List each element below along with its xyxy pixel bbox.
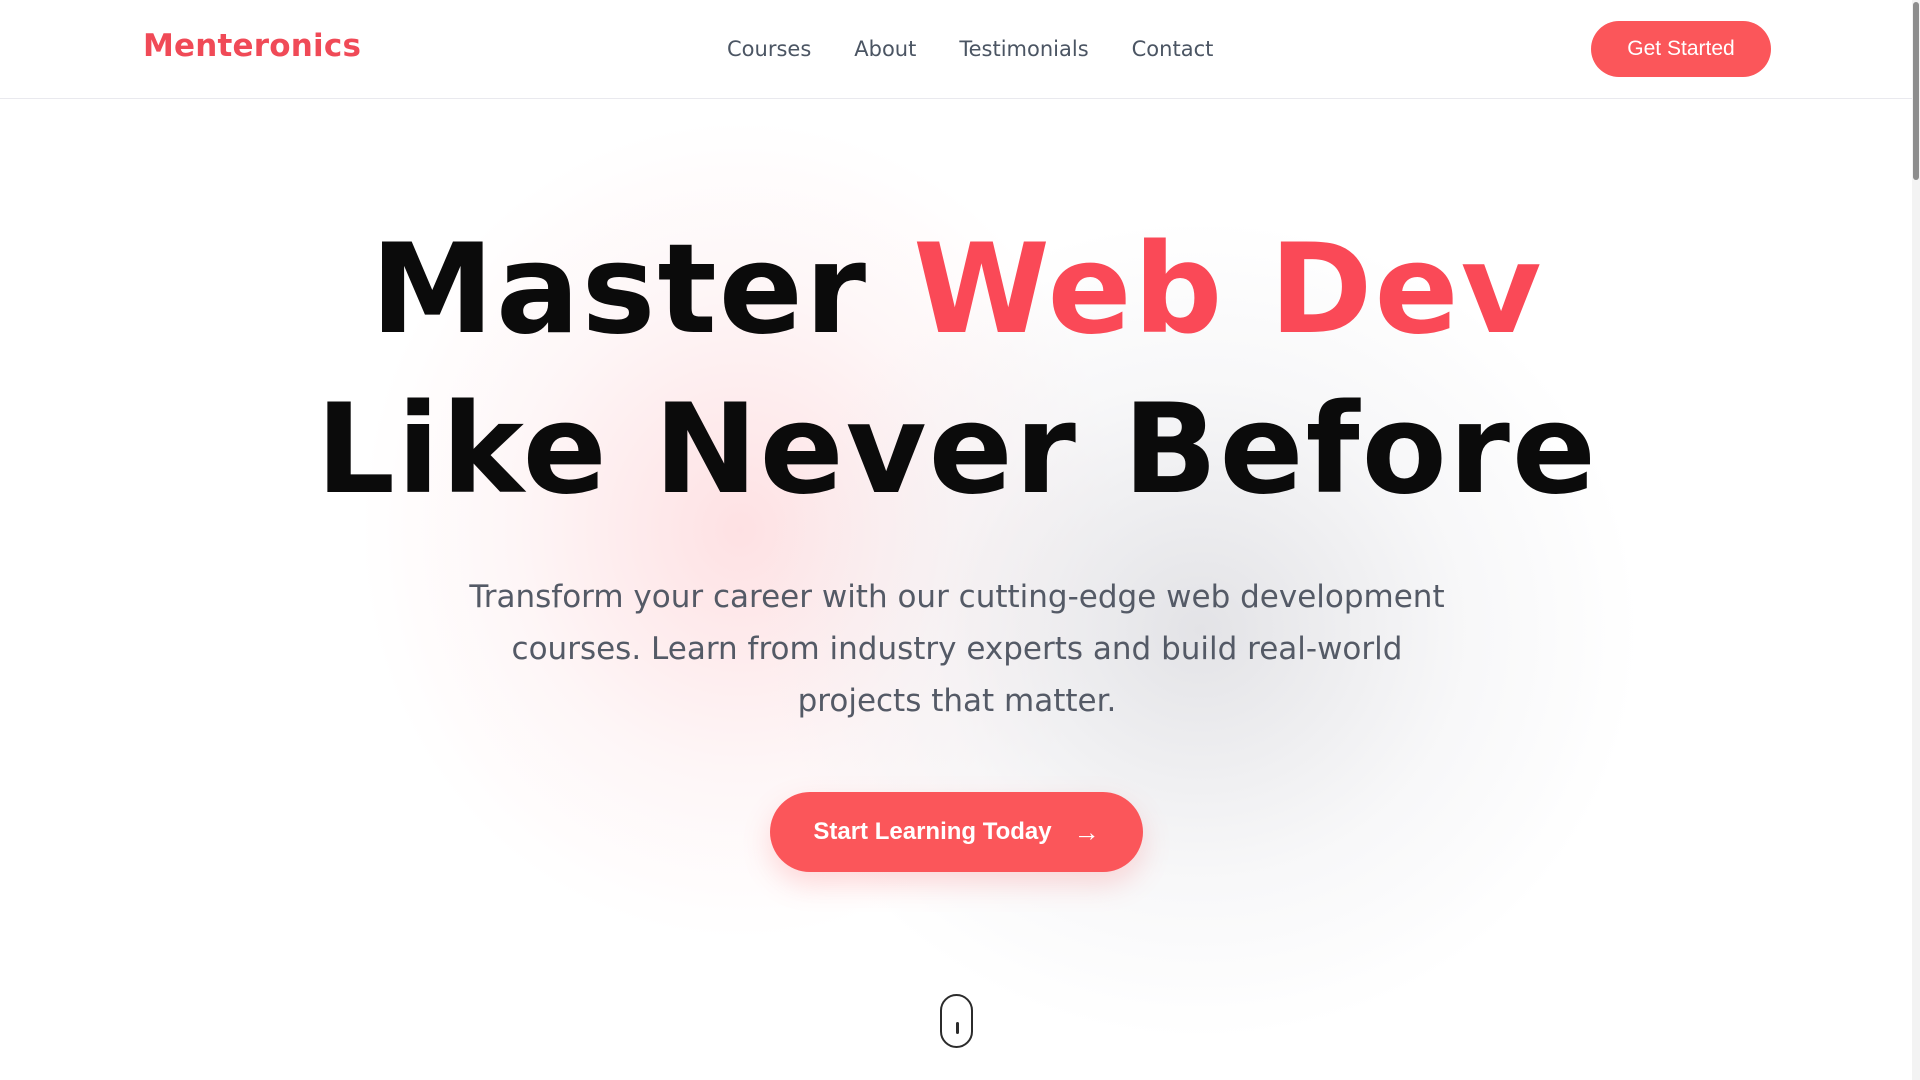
mouse-scroll-icon[interactable] [940, 994, 973, 1048]
start-learning-label: Start Learning Today [813, 818, 1052, 845]
nav-link-testimonials[interactable]: Testimonials [959, 36, 1088, 62]
nav-link-contact[interactable]: Contact [1132, 36, 1214, 62]
hero-headline: Master Web Dev Like Never Before [0, 210, 1914, 530]
main-nav: Courses About Testimonials Contact [727, 36, 1256, 62]
scrollbar-thumb[interactable] [1913, 2, 1919, 180]
start-learning-button[interactable]: Start Learning Today → [770, 792, 1143, 872]
hero-section: Master Web Dev Like Never Before Transfo… [0, 0, 1910, 1080]
nav-link-about[interactable]: About [854, 36, 916, 62]
headline-line-1: Master Web Dev [0, 210, 1914, 370]
headline-part1: Master [370, 218, 914, 362]
mouse-wheel [956, 1022, 959, 1034]
page-scrollbar[interactable] [1912, 0, 1920, 1080]
get-started-button[interactable]: Get Started [1591, 21, 1771, 77]
nav-link-courses[interactable]: Courses [727, 36, 811, 62]
headline-accent: Web Dev [913, 218, 1544, 362]
brand-logo[interactable]: Menteronics [143, 28, 361, 64]
hero-subtext: Transform your career with our cutting-e… [469, 579, 1445, 719]
arrow-right-icon: → [1073, 817, 1100, 847]
headline-line-2: Like Never Before [315, 378, 1599, 522]
site-header: Menteronics Courses About Testimonials C… [0, 0, 1920, 99]
